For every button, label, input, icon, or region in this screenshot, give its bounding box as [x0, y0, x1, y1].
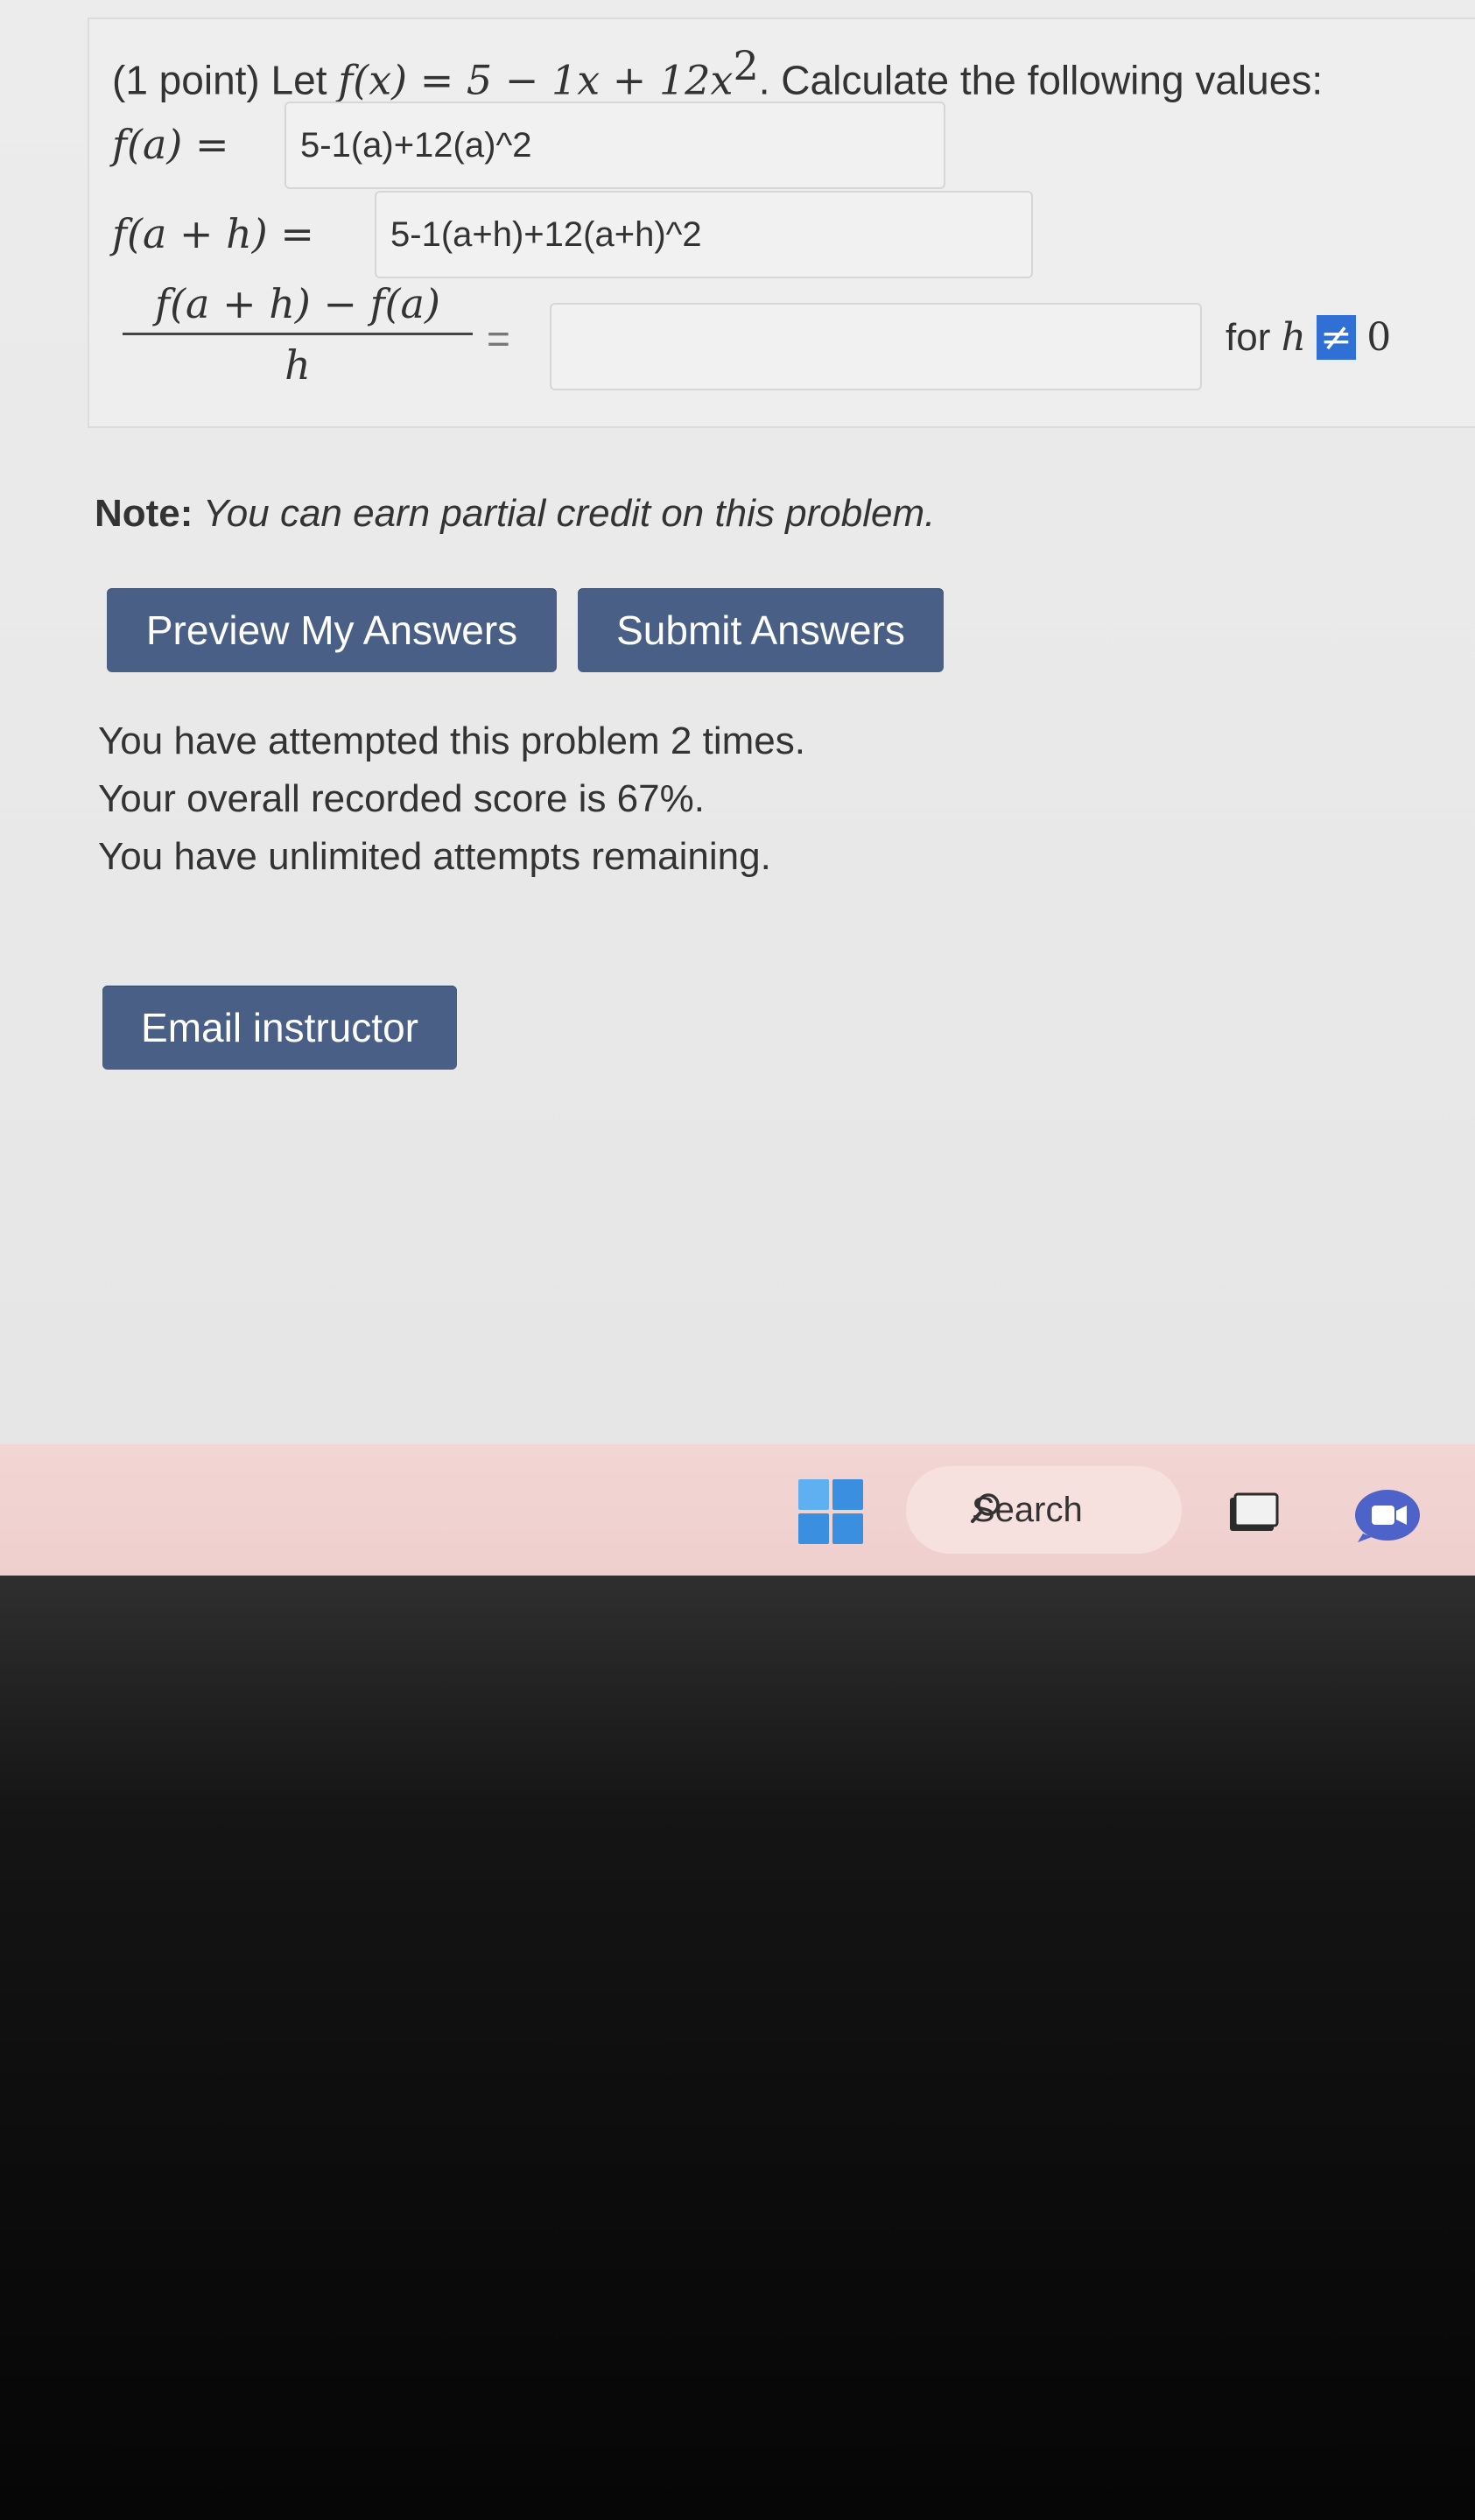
difference-quotient-numerator: f(a + h) − f(a)	[155, 280, 440, 327]
difference-quotient: f(a + h) − f(a) h	[123, 278, 473, 388]
fa-answer-input[interactable]: 5-1(a)+12(a)^2	[284, 102, 945, 189]
search-icon	[971, 1493, 1000, 1523]
condition-value: 0	[1366, 315, 1392, 360]
fa-label: f(a) =	[112, 121, 229, 168]
note-label: Note:	[95, 492, 193, 535]
fah-answer-input[interactable]: 5-1(a+h)+12(a+h)^2	[375, 191, 1033, 278]
fraction-bar	[123, 333, 473, 335]
meet-chat-icon[interactable]	[1352, 1486, 1422, 1544]
recorded-score-text: Your overall recorded score is 67%.	[98, 777, 705, 820]
submit-answers-button[interactable]: Submit Answers	[578, 588, 944, 672]
h-nonzero-condition: for h ≠ 0	[1226, 315, 1391, 360]
email-instructor-button[interactable]: Email instructor	[102, 986, 457, 1070]
browser-viewport: (1 point) Let f(x) = 5 − 1x + 12x2. Calc…	[0, 0, 1475, 1444]
windows-start-icon[interactable]	[798, 1479, 863, 1544]
intro-prefix: (1 point) Let	[112, 57, 339, 103]
attempts-remaining-text: You have unlimited attempts remaining.	[98, 835, 771, 878]
taskbar-search-box[interactable]: Search	[906, 1466, 1182, 1554]
fah-label: f(a + h) =	[112, 210, 314, 257]
attempts-count-text: You have attempted this problem 2 times.	[98, 719, 805, 762]
problem-statement: (1 point) Let f(x) = 5 − 1x + 12x2. Calc…	[112, 42, 1323, 103]
partial-credit-note: Note: You can earn partial credit on thi…	[95, 492, 935, 536]
preview-answers-button[interactable]: Preview My Answers	[107, 588, 557, 672]
difference-quotient-equals: =	[487, 316, 510, 362]
condition-prefix: for	[1226, 316, 1282, 359]
difference-quotient-answer-input[interactable]	[550, 303, 1202, 390]
function-definition: f(x) = 5 − 1x + 12x	[338, 56, 734, 104]
note-text: You can earn partial credit on this prob…	[193, 492, 936, 535]
device-bezel	[0, 1576, 1475, 2520]
function-exponent: 2	[733, 42, 759, 89]
condition-variable: h	[1281, 315, 1306, 360]
not-equal-symbol: ≠	[1317, 315, 1357, 360]
task-view-icon[interactable]	[1228, 1492, 1279, 1534]
difference-quotient-denominator: h	[284, 341, 311, 389]
intro-suffix: . Calculate the following values:	[758, 57, 1324, 103]
